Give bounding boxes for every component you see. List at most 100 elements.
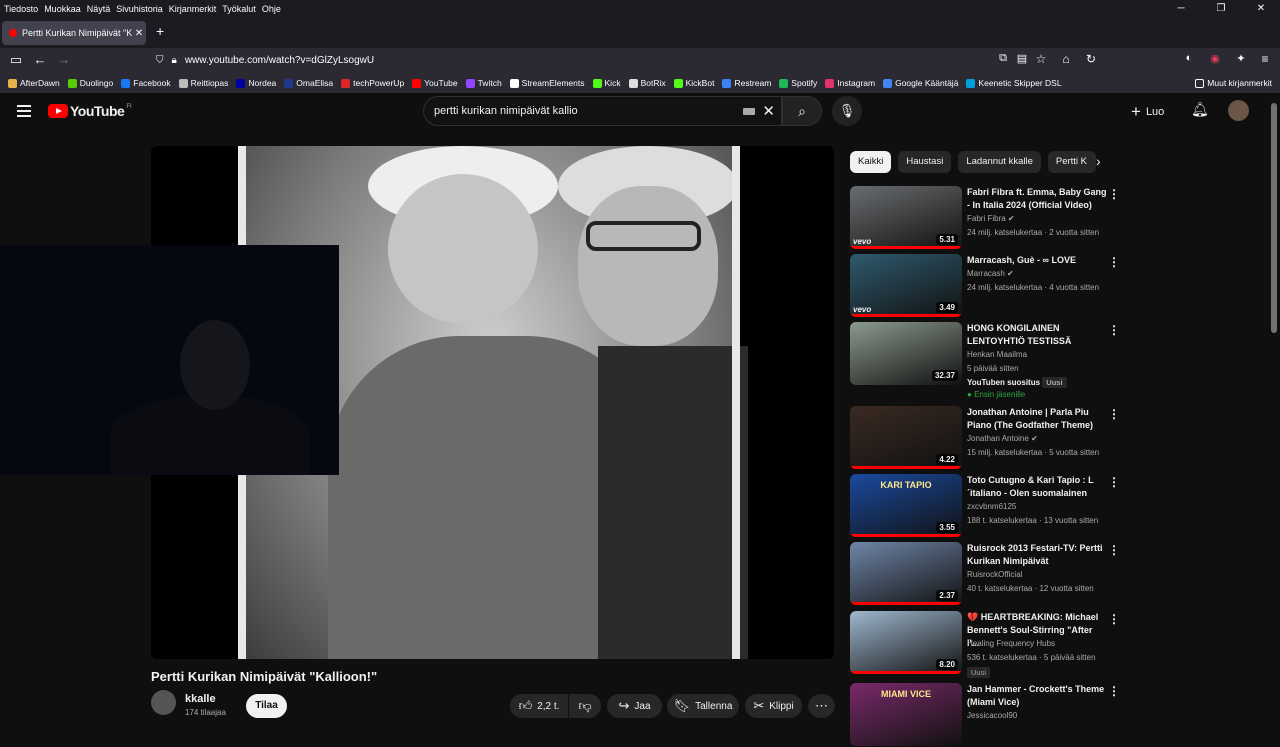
recommendation-title[interactable]: Jonathan Antoine | Parla Piu Piano (The … <box>967 406 1107 432</box>
recommendation-item[interactable]: vevo 5.31 Fabri Fibra ft. Emma, Baby Gang … <box>850 186 1120 250</box>
more-options-icon[interactable]: ⋮ <box>1108 187 1120 201</box>
bookmark-item[interactable]: Nordea <box>236 78 276 88</box>
chip-related[interactable]: Pertti K <box>1047 151 1096 173</box>
save-button[interactable]: 🔖︎ Tallenna <box>667 694 739 718</box>
more-options-icon[interactable]: ⋮ <box>1108 475 1120 489</box>
chip-for-you[interactable]: Haustasi <box>898 151 952 173</box>
browser-tab-active[interactable]: Pertti Kurikan Nimipäivät "Kallio ✕ <box>2 21 146 45</box>
lock-icon[interactable]: 🔒︎ <box>172 55 177 66</box>
menu-file[interactable]: Tiedosto <box>4 4 38 14</box>
bookmark-item[interactable]: StreamElements <box>509 78 585 88</box>
menu-icon[interactable] <box>17 105 31 117</box>
back-icon[interactable]: ← <box>28 52 52 67</box>
recommendation-channel[interactable]: Henkan Maailma <box>967 350 1027 359</box>
bookmark-item[interactable]: Google Kääntäjä <box>883 78 958 88</box>
recommendation-channel[interactable]: Jonathan Antoine ✔︎ <box>967 434 1038 443</box>
extensions-icon[interactable]: ✦ <box>1229 52 1253 65</box>
like-button[interactable]: 👍︎ 2,2 t. <box>510 694 568 718</box>
bookmark-item[interactable]: Keenetic Skipper DSL <box>966 78 1062 88</box>
more-options-icon[interactable]: ⋮ <box>1108 684 1120 698</box>
forward-icon[interactable]: → <box>52 52 76 67</box>
dislike-button[interactable]: 👎︎ <box>569 694 601 718</box>
recommendation-channel[interactable]: Jessicacool90 <box>967 711 1017 720</box>
new-tab-icon[interactable]: + <box>156 23 164 39</box>
minimize-icon[interactable]: ─ <box>1164 0 1198 17</box>
bookmark-item[interactable]: Instagram <box>825 78 875 88</box>
sidebar-toggle-icon[interactable]: ▭ <box>4 52 28 68</box>
more-options-icon[interactable]: ⋮ <box>1108 255 1120 269</box>
bookmark-item[interactable]: Duolingo <box>67 78 113 88</box>
recommendation-item[interactable]: 2.37 Ruisrock 2013 Festari-TV: Pertti Kur… <box>850 542 1120 606</box>
create-button[interactable]: + Luo <box>1131 102 1164 122</box>
recommendation-title[interactable]: HONG KONGILAINEN LENTOYHTIÖ TESTISSÄ <box>967 322 1107 348</box>
menu-history[interactable]: Sivuhistoria <box>116 4 163 14</box>
clear-search-icon[interactable]: ✕ <box>762 102 775 120</box>
menu-help[interactable]: Ohje <box>262 4 281 14</box>
account-icon[interactable]: ◐ <box>1177 52 1201 64</box>
more-options-icon[interactable]: ⋮ <box>1108 323 1120 337</box>
video-thumbnail[interactable]: KARI TAPIO 3.55 <box>850 474 962 537</box>
video-thumbnail[interactable]: 2.37 <box>850 542 962 605</box>
bookmark-item[interactable]: AfterDawn <box>8 78 60 88</box>
close-window-icon[interactable]: ✕ <box>1244 0 1278 17</box>
reload-icon[interactable]: ↻ <box>1079 52 1103 66</box>
subscribe-button[interactable]: Tilaa <box>246 694 287 718</box>
recommendation-item[interactable]: KARI TAPIO 3.55 Toto Cutugno & Kari Tapio … <box>850 474 1120 538</box>
bookmark-item[interactable]: Kick <box>592 78 621 88</box>
menu-edit[interactable]: Muokkaa <box>44 4 81 14</box>
recommendation-title[interactable]: Ruisrock 2013 Festari-TV: Pertti Kurikan… <box>967 542 1107 568</box>
chevron-right-icon[interactable]: › <box>1096 153 1101 169</box>
bookmark-item[interactable]: KickBot <box>673 78 714 88</box>
bookmark-item[interactable]: BotRix <box>628 78 666 88</box>
recommendation-channel[interactable]: RuisrockOfficial <box>967 570 1022 579</box>
youtube-logo[interactable]: YouTube FI <box>48 103 132 119</box>
more-options-icon[interactable]: ⋮ <box>1108 543 1120 557</box>
menu-tools[interactable]: Työkalut <box>222 4 256 14</box>
clip-button[interactable]: ✂ Klippi <box>745 694 802 718</box>
bookmark-item[interactable]: techPowerUp <box>341 78 404 88</box>
share-button[interactable]: ↪ Jaa <box>607 694 662 718</box>
recommendation-title[interactable]: Marracash, Guè - ∞ LOVE <box>967 254 1107 267</box>
bookmark-item[interactable]: Facebook <box>121 78 171 88</box>
channel-avatar[interactable] <box>151 690 176 715</box>
recommendation-item[interactable]: MIAMI VICE Jan Hammer - Crockett's Theme … <box>850 683 1120 747</box>
voice-search-button[interactable]: 🎙︎ <box>832 96 862 126</box>
menu-view[interactable]: Näytä <box>87 4 111 14</box>
bookmark-item[interactable]: Twitch <box>465 78 502 88</box>
restore-icon[interactable]: ❐ <box>1204 0 1238 17</box>
notifications-bell-icon[interactable]: 🔔︎ <box>1191 101 1209 118</box>
user-avatar[interactable] <box>1228 100 1249 121</box>
more-options-icon[interactable]: ⋮ <box>1108 407 1120 421</box>
search-input[interactable]: pertti kurikan nimipäivät kallio ✕ <box>423 96 782 126</box>
video-thumbnail[interactable]: 4.22 <box>850 406 962 469</box>
recommendation-channel[interactable]: zxcvbnm6125 <box>967 502 1016 511</box>
bookmark-star-icon[interactable]: ☆ <box>1029 52 1053 66</box>
bookmark-item[interactable]: Restream <box>722 78 771 88</box>
bookmark-item[interactable]: YouTube <box>412 78 458 88</box>
channel-name[interactable]: kkalle <box>185 693 216 705</box>
recommendation-channel[interactable]: Marracash ✔︎ <box>967 269 1014 278</box>
recommendation-item[interactable]: 32.37 HONG KONGILAINEN LENTOYHTIÖ TESTISS… <box>850 322 1120 399</box>
chip-uploaded-by[interactable]: Ladannut kkalle <box>958 151 1041 173</box>
recommendation-item[interactable]: 8.20 💔 HEARTBREAKING: Michael Bennett's S… <box>850 611 1120 678</box>
video-thumbnail[interactable]: 8.20 <box>850 611 962 674</box>
recommendation-title[interactable]: Toto Cutugno & Kari Tapio : L´italiano -… <box>967 474 1107 500</box>
chip-all[interactable]: Kaikki <box>850 151 892 173</box>
more-actions-button[interactable]: ⋯ <box>808 694 835 718</box>
recommendation-channel[interactable]: Healing Frequency Hubs <box>967 639 1055 648</box>
home-icon[interactable]: ⌂ <box>1054 52 1078 66</box>
menu-bookmarks[interactable]: Kirjanmerkit <box>169 4 217 14</box>
video-thumbnail[interactable]: 32.37 <box>850 322 962 385</box>
search-button[interactable]: ⌕ <box>782 96 822 126</box>
other-bookmarks[interactable]: Muut kirjanmerkit <box>1195 78 1272 88</box>
extension-badge-icon[interactable]: ◉ <box>1203 52 1227 65</box>
video-thumbnail[interactable]: vevo 5.31 <box>850 186 962 249</box>
bookmark-item[interactable]: Spotify <box>779 78 817 88</box>
video-thumbnail[interactable]: vevo 3.49 <box>850 254 962 317</box>
more-options-icon[interactable]: ⋮ <box>1108 612 1120 626</box>
recommendation-title[interactable]: Jan Hammer - Crockett's Theme (Miami Vic… <box>967 683 1107 709</box>
recommendation-channel[interactable]: Fabri Fibra ✔︎ <box>967 214 1015 223</box>
recommendation-item[interactable]: 4.22 Jonathan Antoine | Parla Piu Piano (… <box>850 406 1120 470</box>
app-menu-icon[interactable]: ≡ <box>1253 52 1277 66</box>
close-tab-icon[interactable]: ✕ <box>132 28 146 39</box>
